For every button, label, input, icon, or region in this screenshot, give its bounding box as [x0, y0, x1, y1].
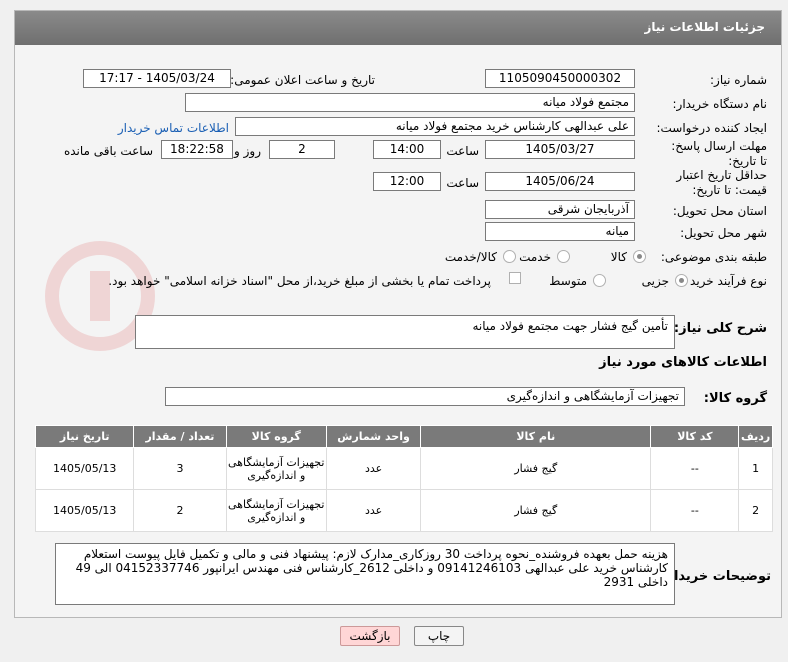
- process-radio-minor[interactable]: [675, 274, 688, 287]
- category-option-goods: کالا: [610, 250, 627, 264]
- table-row: 2 -- گیج فشار عدد تجهیزات آزمایشگاهی و ا…: [34, 489, 773, 532]
- goods-section-title: اطلاعات کالاهای مورد نیاز: [599, 355, 767, 370]
- payment-note: پرداخت تمام یا بخشی از مبلغ خرید،از محل …: [108, 274, 491, 288]
- deadline-time-field: 14:00: [373, 140, 441, 159]
- category-option-service: خدمت: [519, 250, 551, 264]
- treasury-payment-checkbox[interactable]: [509, 272, 521, 284]
- title-bar: جزئیات اطلاعات نیاز: [15, 11, 781, 45]
- col-group: گروه کالا: [225, 425, 327, 448]
- summary-textarea[interactable]: تأمین گیج فشار جهت مجتمع فولاد میانه: [135, 315, 675, 349]
- print-button[interactable]: چاپ: [414, 626, 464, 646]
- contact-info-link[interactable]: اطلاعات تماس خریدار: [118, 121, 229, 135]
- deadline-time-label: ساعت: [446, 144, 479, 158]
- remaining-time-field: 18:22:58: [161, 140, 233, 159]
- cell-quantity: 3: [133, 447, 227, 490]
- cell-quantity: 2: [133, 489, 227, 532]
- announce-label: تاریخ و ساعت اعلان عمومی:: [230, 73, 375, 87]
- days-label: روز و: [234, 144, 261, 158]
- process-radio-medium[interactable]: [593, 274, 606, 287]
- need-number-field: 1105090450000302: [485, 69, 635, 88]
- buyer-notes-textarea[interactable]: هزینه حمل بعهده فروشنده_نحوه پرداخت 30 ر…: [55, 543, 675, 605]
- cell-name: گیج فشار: [420, 447, 652, 490]
- goods-group-label: گروه کالا:: [703, 391, 767, 406]
- col-name: نام کالا: [420, 425, 652, 448]
- cell-unit: عدد: [325, 489, 422, 532]
- buyer-notes-label: توضیحات خریدار:: [661, 569, 771, 584]
- category-radio-service[interactable]: [557, 250, 570, 263]
- summary-label: شرح کلی نیاز:: [673, 321, 767, 336]
- days-field: 2: [269, 140, 335, 159]
- page-title: جزئیات اطلاعات نیاز: [644, 20, 765, 34]
- buyer-org-label: نام دستگاه خریدار:: [672, 97, 768, 111]
- back-button[interactable]: بازگشت: [340, 626, 400, 646]
- col-need-date: تاریخ نیاز: [34, 425, 135, 448]
- col-unit: واحد شمارش: [325, 425, 422, 448]
- creator-label: ایجاد کننده درخواست:: [656, 121, 767, 135]
- need-number-label: شماره نیاز:: [710, 73, 767, 87]
- col-quantity: تعداد / مقدار: [133, 425, 227, 448]
- province-label: استان محل تحویل:: [672, 204, 767, 218]
- cell-group: تجهیزات آزمایشگاهی و اندازه‌گیری: [225, 489, 327, 532]
- category-label: طبقه بندی موضوعی:: [660, 250, 767, 264]
- validity-time-field: 12:00: [373, 172, 441, 191]
- details-panel: جزئیات اطلاعات نیاز شماره نیاز: 11050904…: [14, 10, 782, 618]
- cell-code: --: [650, 489, 740, 532]
- deadline-label: مهلت ارسال پاسخ: تا تاریخ:: [671, 139, 767, 168]
- col-row: ردیف: [738, 425, 773, 448]
- cell-row: 1: [738, 447, 773, 490]
- city-label: شهر محل تحویل:: [680, 226, 767, 240]
- cell-need-date: 1405/05/13: [34, 489, 135, 532]
- goods-group-field: تجهیزات آزمایشگاهی و اندازه‌گیری: [165, 387, 685, 406]
- process-label: نوع فرآیند خرید :: [682, 274, 767, 288]
- validity-time-label: ساعت: [446, 176, 479, 190]
- buyer-org-field: مجتمع فولاد میانه: [185, 93, 635, 112]
- deadline-date-field: 1405/03/27: [485, 140, 635, 159]
- remaining-label: ساعت باقی مانده: [63, 144, 153, 158]
- cell-code: --: [650, 447, 740, 490]
- cell-need-date: 1405/05/13: [34, 447, 135, 490]
- category-option-both: کالا/خدمت: [444, 250, 497, 264]
- process-option-medium: متوسط: [549, 274, 587, 288]
- cell-name: گیج فشار: [420, 489, 652, 532]
- cell-group: تجهیزات آزمایشگاهی و اندازه‌گیری: [225, 447, 327, 490]
- city-field: میانه: [485, 222, 635, 241]
- cell-unit: عدد: [325, 447, 422, 490]
- province-field: آذربایجان شرقی: [485, 200, 635, 219]
- table-row: 1 -- گیج فشار عدد تجهیزات آزمایشگاهی و ا…: [34, 447, 773, 490]
- col-code: کد کالا: [650, 425, 740, 448]
- process-option-minor: جزیی: [641, 274, 669, 288]
- category-radio-goods[interactable]: [633, 250, 646, 263]
- goods-table: ردیف کد کالا نام کالا واحد شمارش گروه کا…: [34, 425, 773, 532]
- creator-field: علی عبدالهی کارشناس خرید مجتمع فولاد میا…: [235, 117, 635, 136]
- validity-label: حداقل تاریخ اعتبار قیمت: تا تاریخ:: [676, 168, 767, 197]
- announce-field: 1405/03/24 - 17:17: [83, 69, 231, 88]
- cell-row: 2: [738, 489, 773, 532]
- goods-table-header: ردیف کد کالا نام کالا واحد شمارش گروه کا…: [34, 425, 773, 448]
- category-radio-both[interactable]: [503, 250, 516, 263]
- validity-date-field: 1405/06/24: [485, 172, 635, 191]
